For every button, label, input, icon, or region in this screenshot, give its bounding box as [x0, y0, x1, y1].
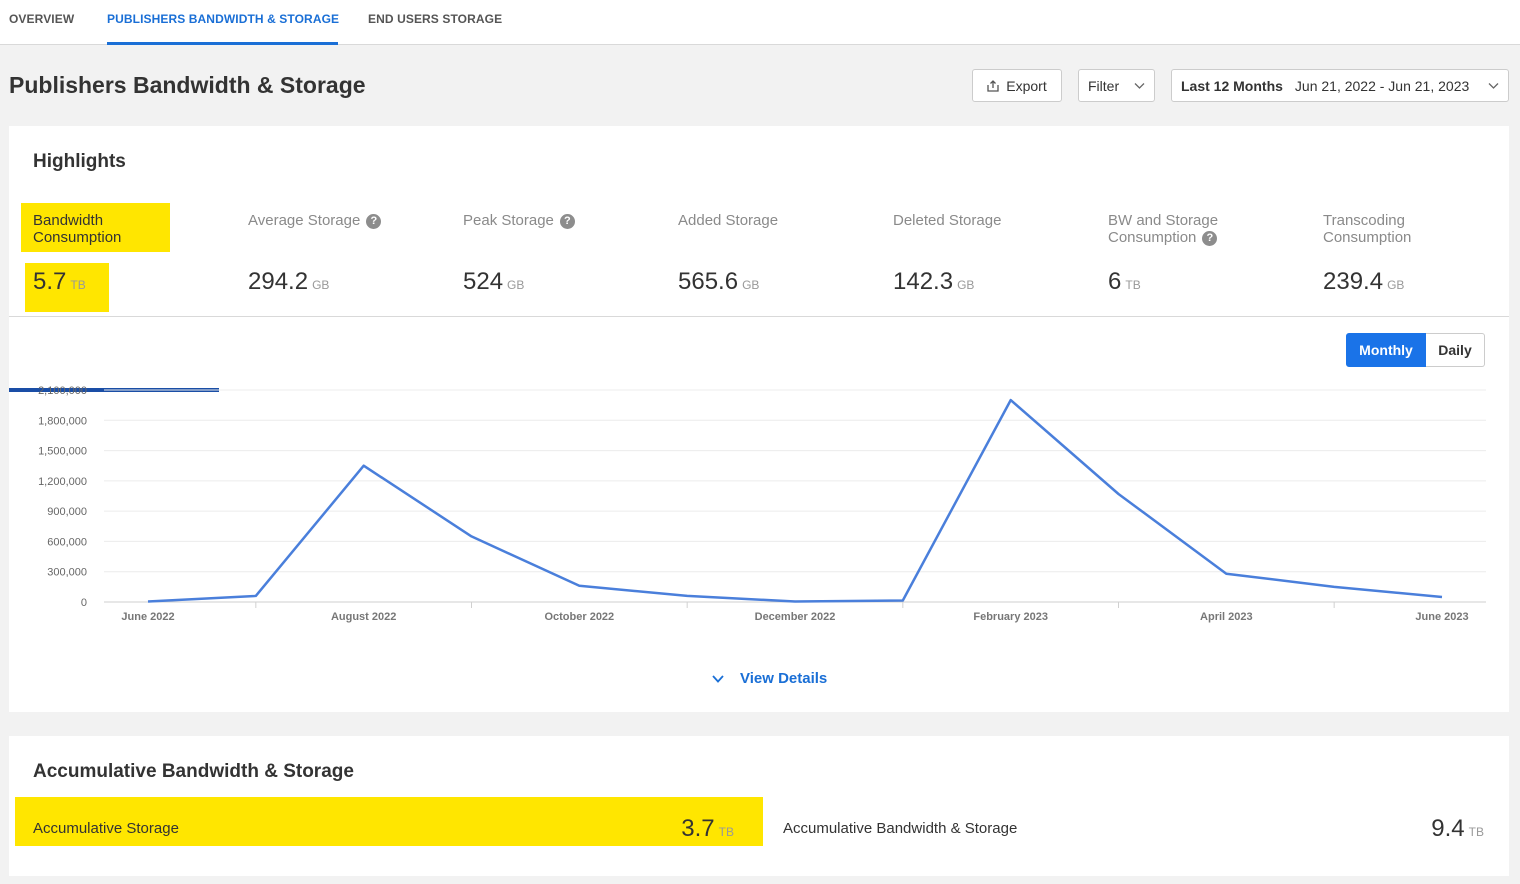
y-tick-label: 1,500,000 — [38, 446, 87, 458]
x-tick-label: February 2023 — [973, 611, 1048, 623]
filter-label: Filter — [1088, 77, 1120, 94]
date-range-label: Last 12 Months — [1181, 77, 1283, 94]
chevron-down-icon — [712, 674, 724, 683]
view-details-label: View Details — [740, 670, 828, 687]
highlights-card: Highlights Bandwidth Consumption 5.7 TB A… — [9, 126, 1509, 712]
accumulative-title: Accumulative Bandwidth & Storage — [33, 761, 354, 782]
date-range-value: Jun 21, 2022 - Jun 21, 2023 — [1294, 77, 1470, 94]
x-tick-label: June 2023 — [1415, 611, 1468, 623]
y-tick-label: 0 — [81, 597, 87, 609]
chevron-down-icon — [1488, 83, 1499, 89]
filter-dropdown[interactable]: Filter — [1078, 69, 1155, 102]
y-tick-label: 900,000 — [47, 506, 87, 518]
bandwidth-line-chart: 0 300,000 600,000 900,000 1,200,000 1,500,000… — [38, 385, 1486, 623]
x-tick-label: April 2023 — [1200, 611, 1253, 623]
top-nav: OVERVIEW PUBLISHERS BANDWIDTH & STORAGE … — [0, 0, 1520, 45]
x-tick-label: December 2022 — [755, 611, 836, 623]
accumulative-card: Accumulative Bandwidth & Storage Accumul… — [9, 736, 1509, 876]
tab-end-users-storage[interactable]: END USERS STORAGE — [368, 12, 502, 26]
export-icon — [987, 79, 999, 92]
date-range-dropdown[interactable]: Last 12 Months Jun 21, 2022 - Jun 21, 20… — [1171, 69, 1509, 102]
view-details-link[interactable]: View Details — [712, 670, 827, 687]
y-tick-label: 1,800,000 — [38, 415, 87, 427]
x-tick-label: June 2022 — [121, 611, 174, 623]
x-tick-label: August 2022 — [331, 611, 396, 623]
y-tick-label: 300,000 — [47, 567, 87, 579]
export-label: Export — [1006, 77, 1047, 94]
tab-publishers-bandwidth-storage[interactable]: PUBLISHERS BANDWIDTH & STORAGE — [107, 12, 339, 26]
accumulative-storage-label: Accumulative Storage — [33, 820, 179, 837]
accumulative-bandwidth-storage-value: 9.4 TB — [1431, 815, 1484, 842]
y-tick-label: 1,200,000 — [38, 476, 87, 488]
active-tab-indicator — [107, 42, 338, 45]
chevron-down-icon — [1134, 83, 1145, 89]
y-tick-label: 2,100,000 — [38, 385, 87, 397]
export-button[interactable]: Export — [972, 69, 1062, 102]
accumulative-bandwidth-storage-label: Accumulative Bandwidth & Storage — [783, 820, 1018, 837]
y-tick-label: 600,000 — [47, 536, 87, 548]
page-title: Publishers Bandwidth & Storage — [9, 72, 366, 98]
tab-overview[interactable]: OVERVIEW — [9, 12, 74, 26]
x-tick-label: October 2022 — [544, 611, 614, 623]
accumulative-storage-value: 3.7 TB — [681, 815, 734, 842]
